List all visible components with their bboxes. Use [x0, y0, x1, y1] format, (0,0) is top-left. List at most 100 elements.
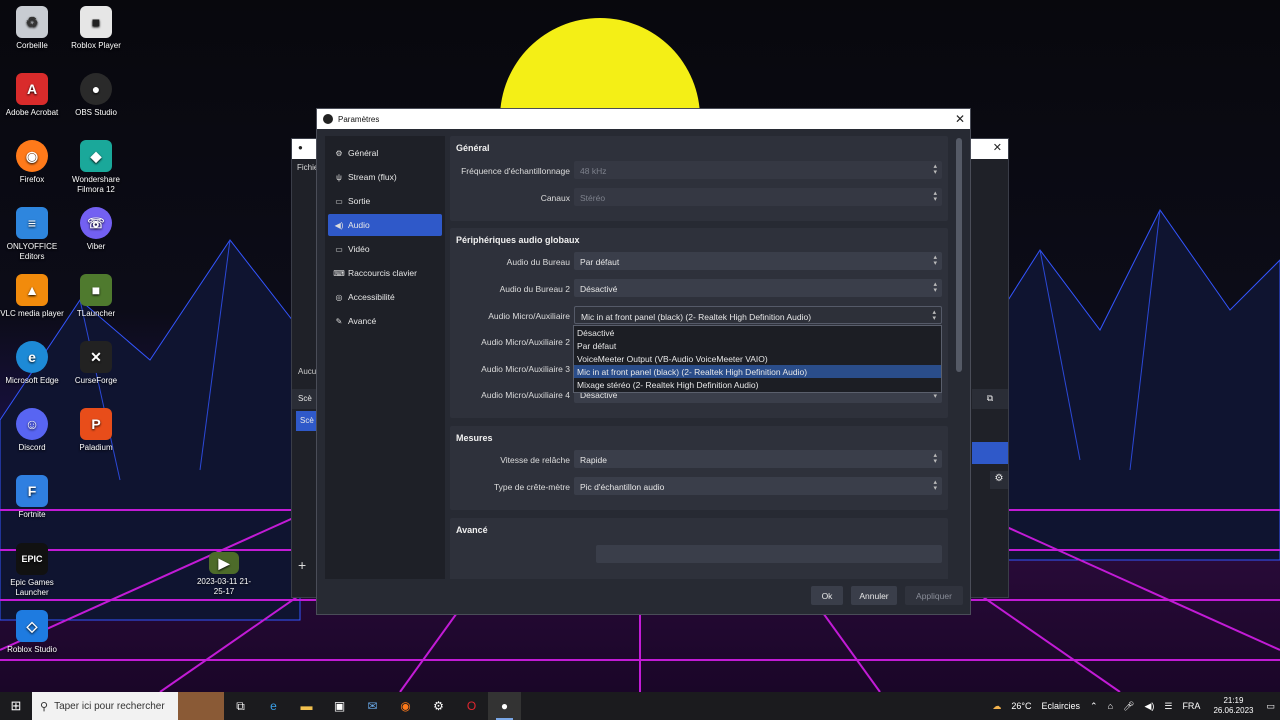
- epic-games-icon: EPIC: [16, 543, 48, 575]
- close-icon[interactable]: ✕: [950, 112, 970, 126]
- obs-settings-gear-icon[interactable]: ⚙: [990, 471, 1008, 489]
- settings-dialog: Paramètres ✕ ⚙ Général ψ Stream (flux) ▭…: [316, 108, 971, 615]
- dropdown-option-highlighted[interactable]: Mic in at front panel (black) (2- Realte…: [574, 365, 941, 378]
- decay-rate-select[interactable]: Rapide ▴ ▾: [574, 450, 942, 468]
- discord-icon: ☺: [16, 408, 48, 440]
- wifi-icon[interactable]: ☰: [1164, 701, 1172, 712]
- mic-aux-select[interactable]: Mic in at front panel (black) (2- Realte…: [574, 306, 942, 324]
- sample-rate-row: Fréquence d'échantillonnage 48 kHz ▴ ▾: [450, 161, 948, 181]
- language-indicator[interactable]: FRA: [1182, 701, 1200, 711]
- updown-arrow-icon: ▴▾: [933, 190, 937, 203]
- updown-arrow-icon: ▴▾: [933, 479, 937, 492]
- obs-sources-label: Aucu: [298, 367, 317, 376]
- vlc-icon: ▲: [16, 274, 48, 306]
- peak-meter-row: Type de crête-mètre Pic d'échantillon au…: [450, 477, 948, 497]
- acrobat-icon: A: [16, 73, 48, 105]
- video-file-icon: ▶: [209, 552, 239, 574]
- mic-aux-row: Audio Micro/Auxiliaire Mic in at front p…: [450, 306, 948, 326]
- taskbar-clock[interactable]: 21:19 26.06.2023: [1213, 696, 1253, 716]
- weather-icon[interactable]: ☁: [992, 701, 1001, 712]
- ok-button[interactable]: Ok: [811, 586, 843, 605]
- volume-icon[interactable]: ◀): [1144, 701, 1154, 712]
- firefox-taskbar-icon[interactable]: ◉: [389, 692, 422, 720]
- desktop-icon-curseforge[interactable]: ✕ CurseForge: [64, 341, 128, 386]
- roblox-icon: ■: [80, 6, 112, 38]
- weather-temp[interactable]: 26°C: [1011, 701, 1031, 711]
- notifications-icon[interactable]: ▭: [1266, 701, 1275, 712]
- obs-add-scene-button[interactable]: +: [298, 557, 306, 573]
- sidebar-item-hotkeys[interactable]: ⌨ Raccourcis clavier: [328, 262, 442, 284]
- paladium-icon: P: [80, 408, 112, 440]
- chevron-up-icon[interactable]: ⌃: [1090, 701, 1098, 712]
- settings-titlebar: Paramètres ✕: [317, 109, 970, 129]
- obs-logo-icon: ●: [298, 143, 303, 152]
- fortnite-icon: F: [16, 475, 48, 507]
- sidebar-item-video[interactable]: ▭ Vidéo: [328, 238, 442, 260]
- decay-rate-row: Vitesse de relâche Rapide ▴ ▾: [450, 450, 948, 470]
- desktop-icon-adobe-acrobat[interactable]: A Adobe Acrobat: [0, 73, 64, 118]
- desktop-icon-edge[interactable]: e Microsoft Edge: [0, 341, 64, 386]
- settings-taskbar-icon[interactable]: ⚙: [422, 692, 455, 720]
- sample-rate-select[interactable]: 48 kHz ▴ ▾: [574, 161, 942, 179]
- task-view-icon[interactable]: ⧉: [224, 692, 257, 720]
- desktop-icon-obs-studio[interactable]: ● OBS Studio: [64, 73, 128, 118]
- obs-taskbar-icon[interactable]: ●: [488, 692, 521, 720]
- apply-button[interactable]: Appliquer: [905, 586, 963, 605]
- desktop-icon-roblox-player[interactable]: ■ Roblox Player: [64, 6, 128, 51]
- microphone-icon[interactable]: 🎤︎: [1123, 701, 1134, 712]
- desktop-icon-viber[interactable]: ☏ Viber: [64, 207, 128, 252]
- obs-close-icon[interactable]: ✕: [993, 141, 1002, 154]
- desktop-icon-video-file[interactable]: ▶ 2023-03-11 21-25-17: [192, 552, 256, 597]
- desktop-icon-fortnite[interactable]: F Fortnite: [0, 475, 64, 520]
- store-icon[interactable]: ▣: [323, 692, 356, 720]
- opera-icon[interactable]: O: [455, 692, 488, 720]
- cancel-button[interactable]: Annuler: [851, 586, 897, 605]
- desktop-icon-onlyoffice[interactable]: ≡ ONLYOFFICE Editors: [0, 207, 64, 262]
- desktop-icon-paladium[interactable]: P Paladium: [64, 408, 128, 453]
- dropdown-option[interactable]: Mixage stéréo (2- Realtek High Definitio…: [574, 378, 941, 391]
- scrollbar-thumb[interactable]: [956, 138, 962, 372]
- desktop-audio-select[interactable]: Par défaut ▴ ▾: [574, 252, 942, 270]
- channels-select[interactable]: Stéréo ▴ ▾: [574, 188, 942, 206]
- search-icon: ⚲: [40, 700, 49, 713]
- desktop-icon-vlc[interactable]: ▲ VLC media player: [0, 274, 64, 319]
- advanced-heading: Avancé: [456, 525, 488, 535]
- system-tray: ☁ 26°C Eclaircies ⌃ ⌂ 🎤︎ ◀) ☰ FRA 21:19 …: [987, 692, 1280, 720]
- tlauncher-icon: ■: [80, 274, 112, 306]
- channels-row: Canaux Stéréo ▴ ▾: [450, 188, 948, 208]
- obs-dock-icon[interactable]: ⧉: [972, 389, 1008, 409]
- desktop-icon-epic-games[interactable]: EPIC Epic Games Launcher: [0, 543, 64, 598]
- desktop-icon-tlauncher[interactable]: ■ TLauncher: [64, 274, 128, 319]
- keyboard-icon: ⌨: [333, 268, 345, 278]
- desktop-icon-corbeille[interactable]: ♻ Corbeille: [0, 6, 64, 51]
- sidebar-item-advanced[interactable]: ✎ Avancé: [328, 310, 442, 332]
- desktop-icon-filmora[interactable]: ◆ Wondershare Filmora 12: [64, 140, 128, 195]
- mail-icon[interactable]: ✉: [356, 692, 389, 720]
- dropdown-option[interactable]: Par défaut: [574, 339, 941, 352]
- desktop-audio-2-select[interactable]: Désactivé ▴ ▾: [574, 279, 942, 297]
- network-icon[interactable]: ⌂: [1108, 701, 1113, 711]
- accessibility-icon: ◎: [335, 292, 343, 302]
- general-group: Général Fréquence d'échantillonnage 48 k…: [450, 136, 948, 221]
- curseforge-icon: ✕: [80, 341, 112, 373]
- peak-meter-select[interactable]: Pic d'échantillon audio ▴ ▾: [574, 477, 942, 495]
- sidebar-item-audio[interactable]: ◀) Audio: [328, 214, 442, 236]
- obs-start-button[interactable]: [972, 442, 1008, 464]
- dropdown-option[interactable]: VoiceMeeter Output (VB-Audio VoiceMeeter…: [574, 352, 941, 365]
- sidebar-item-stream[interactable]: ψ Stream (flux): [328, 166, 442, 188]
- recycle-bin-icon: ♻: [16, 6, 48, 38]
- desktop-icon-roblox-studio[interactable]: ◇ Roblox Studio: [0, 610, 64, 655]
- dropdown-option[interactable]: Désactivé: [574, 326, 941, 339]
- desktop-icon-discord[interactable]: ☺ Discord: [0, 408, 64, 453]
- weather-text[interactable]: Eclaircies: [1042, 701, 1081, 711]
- sidebar-item-accessibility[interactable]: ◎ Accessibilité: [328, 286, 442, 308]
- taskbar-search-input[interactable]: ⚲ Taper ici pour rechercher: [32, 692, 224, 720]
- edge-taskbar-icon[interactable]: e: [257, 692, 290, 720]
- advanced-select[interactable]: [596, 545, 942, 563]
- sidebar-item-output[interactable]: ▭ Sortie: [328, 190, 442, 212]
- sidebar-item-general[interactable]: ⚙ Général: [328, 142, 442, 164]
- file-explorer-icon[interactable]: ▬: [290, 692, 323, 720]
- desktop-icon-firefox[interactable]: ◉ Firefox: [0, 140, 64, 185]
- windows-start-icon[interactable]: ⊞: [0, 692, 32, 720]
- settings-scrollbar[interactable]: [955, 136, 963, 579]
